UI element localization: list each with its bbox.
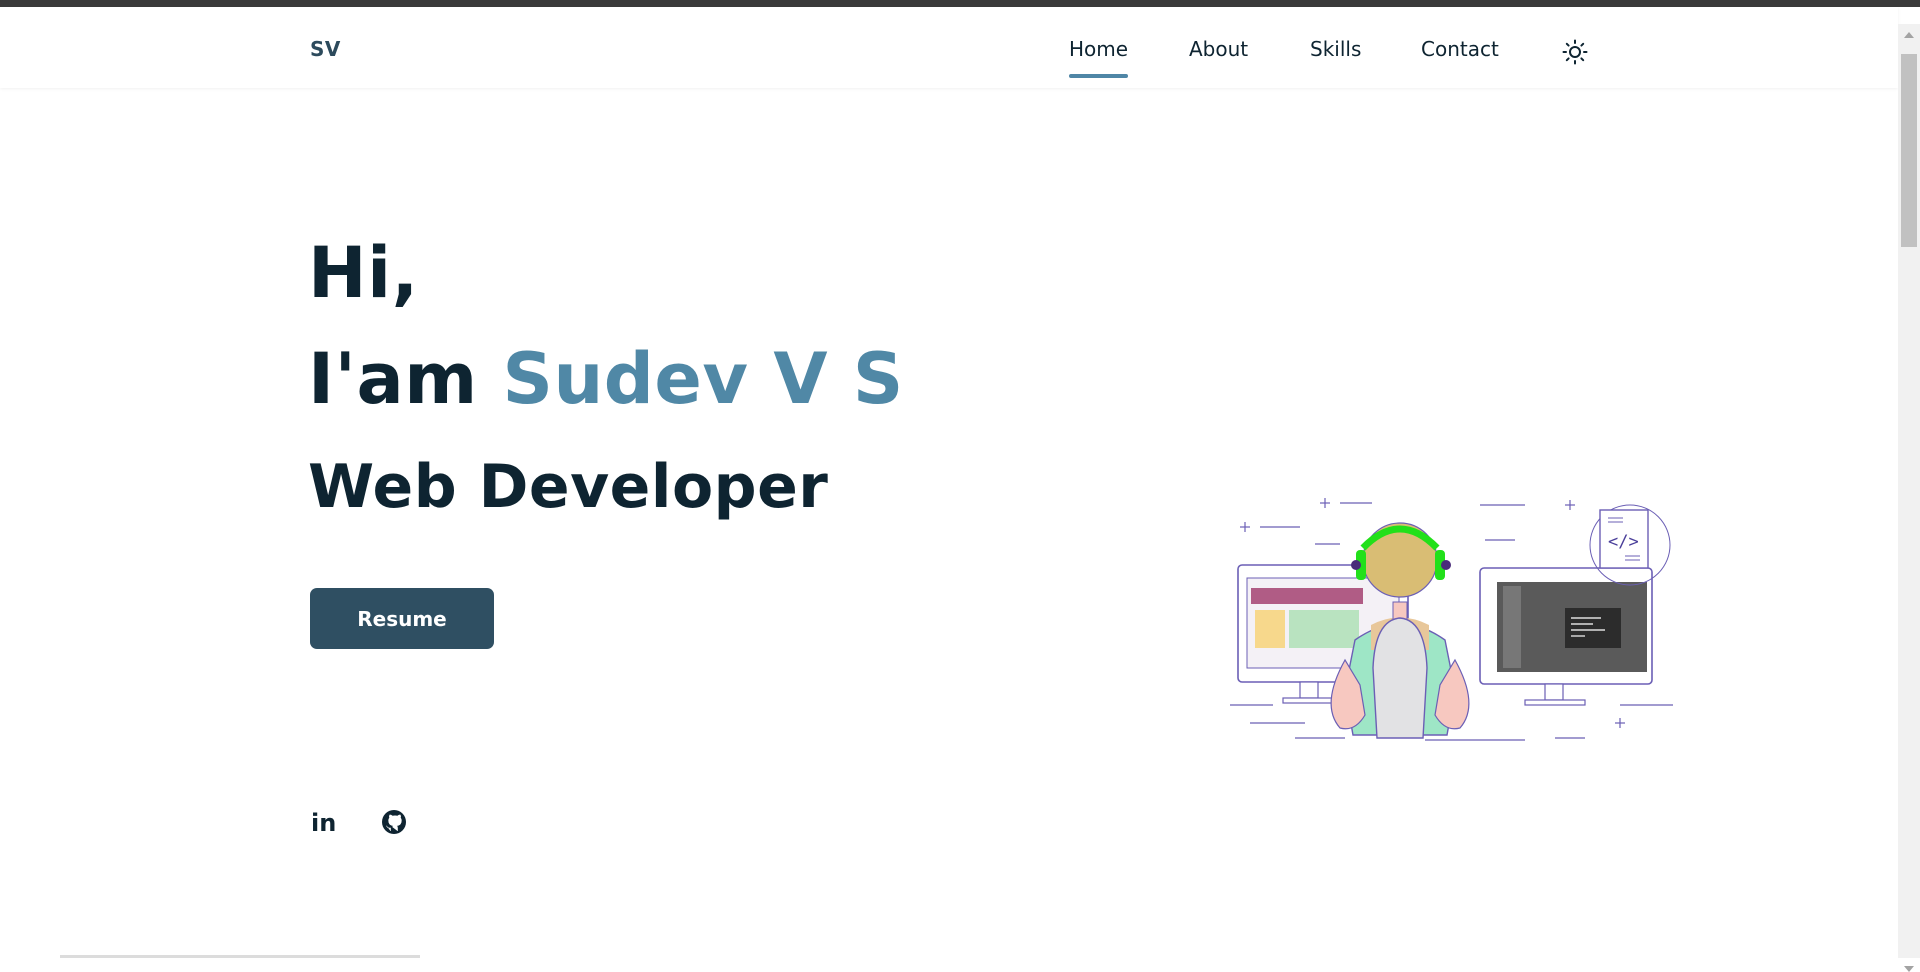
code-tag: </> [1608, 532, 1639, 552]
hero-name: Sudev V S [502, 338, 904, 420]
site-logo[interactable]: SV [310, 37, 341, 61]
resume-button[interactable]: Resume [310, 588, 494, 649]
scroll-up-arrow[interactable] [1904, 32, 1914, 38]
scrollbar-thumb[interactable] [1901, 54, 1917, 247]
nav-home[interactable]: Home [1069, 37, 1129, 78]
scrollbar-track[interactable] [1898, 24, 1920, 972]
browser-top-strip [0, 0, 1920, 7]
hero-intro: I'am Sudev V S [308, 338, 904, 420]
linkedin-label: in [311, 809, 336, 836]
github-icon[interactable] [380, 808, 408, 836]
hero-greeting: Hi, [308, 232, 419, 314]
scroll-down-arrow[interactable] [1904, 966, 1914, 972]
nav-skills[interactable]: Skills [1310, 37, 1361, 61]
nav-about[interactable]: About [1189, 37, 1248, 61]
site-header: SV Home About Skills Contact [0, 7, 1898, 88]
hero-role: Web Developer [308, 452, 829, 522]
nav-contact[interactable]: Contact [1421, 37, 1499, 61]
linkedin-icon[interactable]: in [310, 808, 338, 837]
sun-icon[interactable] [1562, 39, 1588, 65]
developer-illustration: </> [1225, 490, 1685, 745]
hero-intro-prefix: I'am [308, 338, 478, 420]
